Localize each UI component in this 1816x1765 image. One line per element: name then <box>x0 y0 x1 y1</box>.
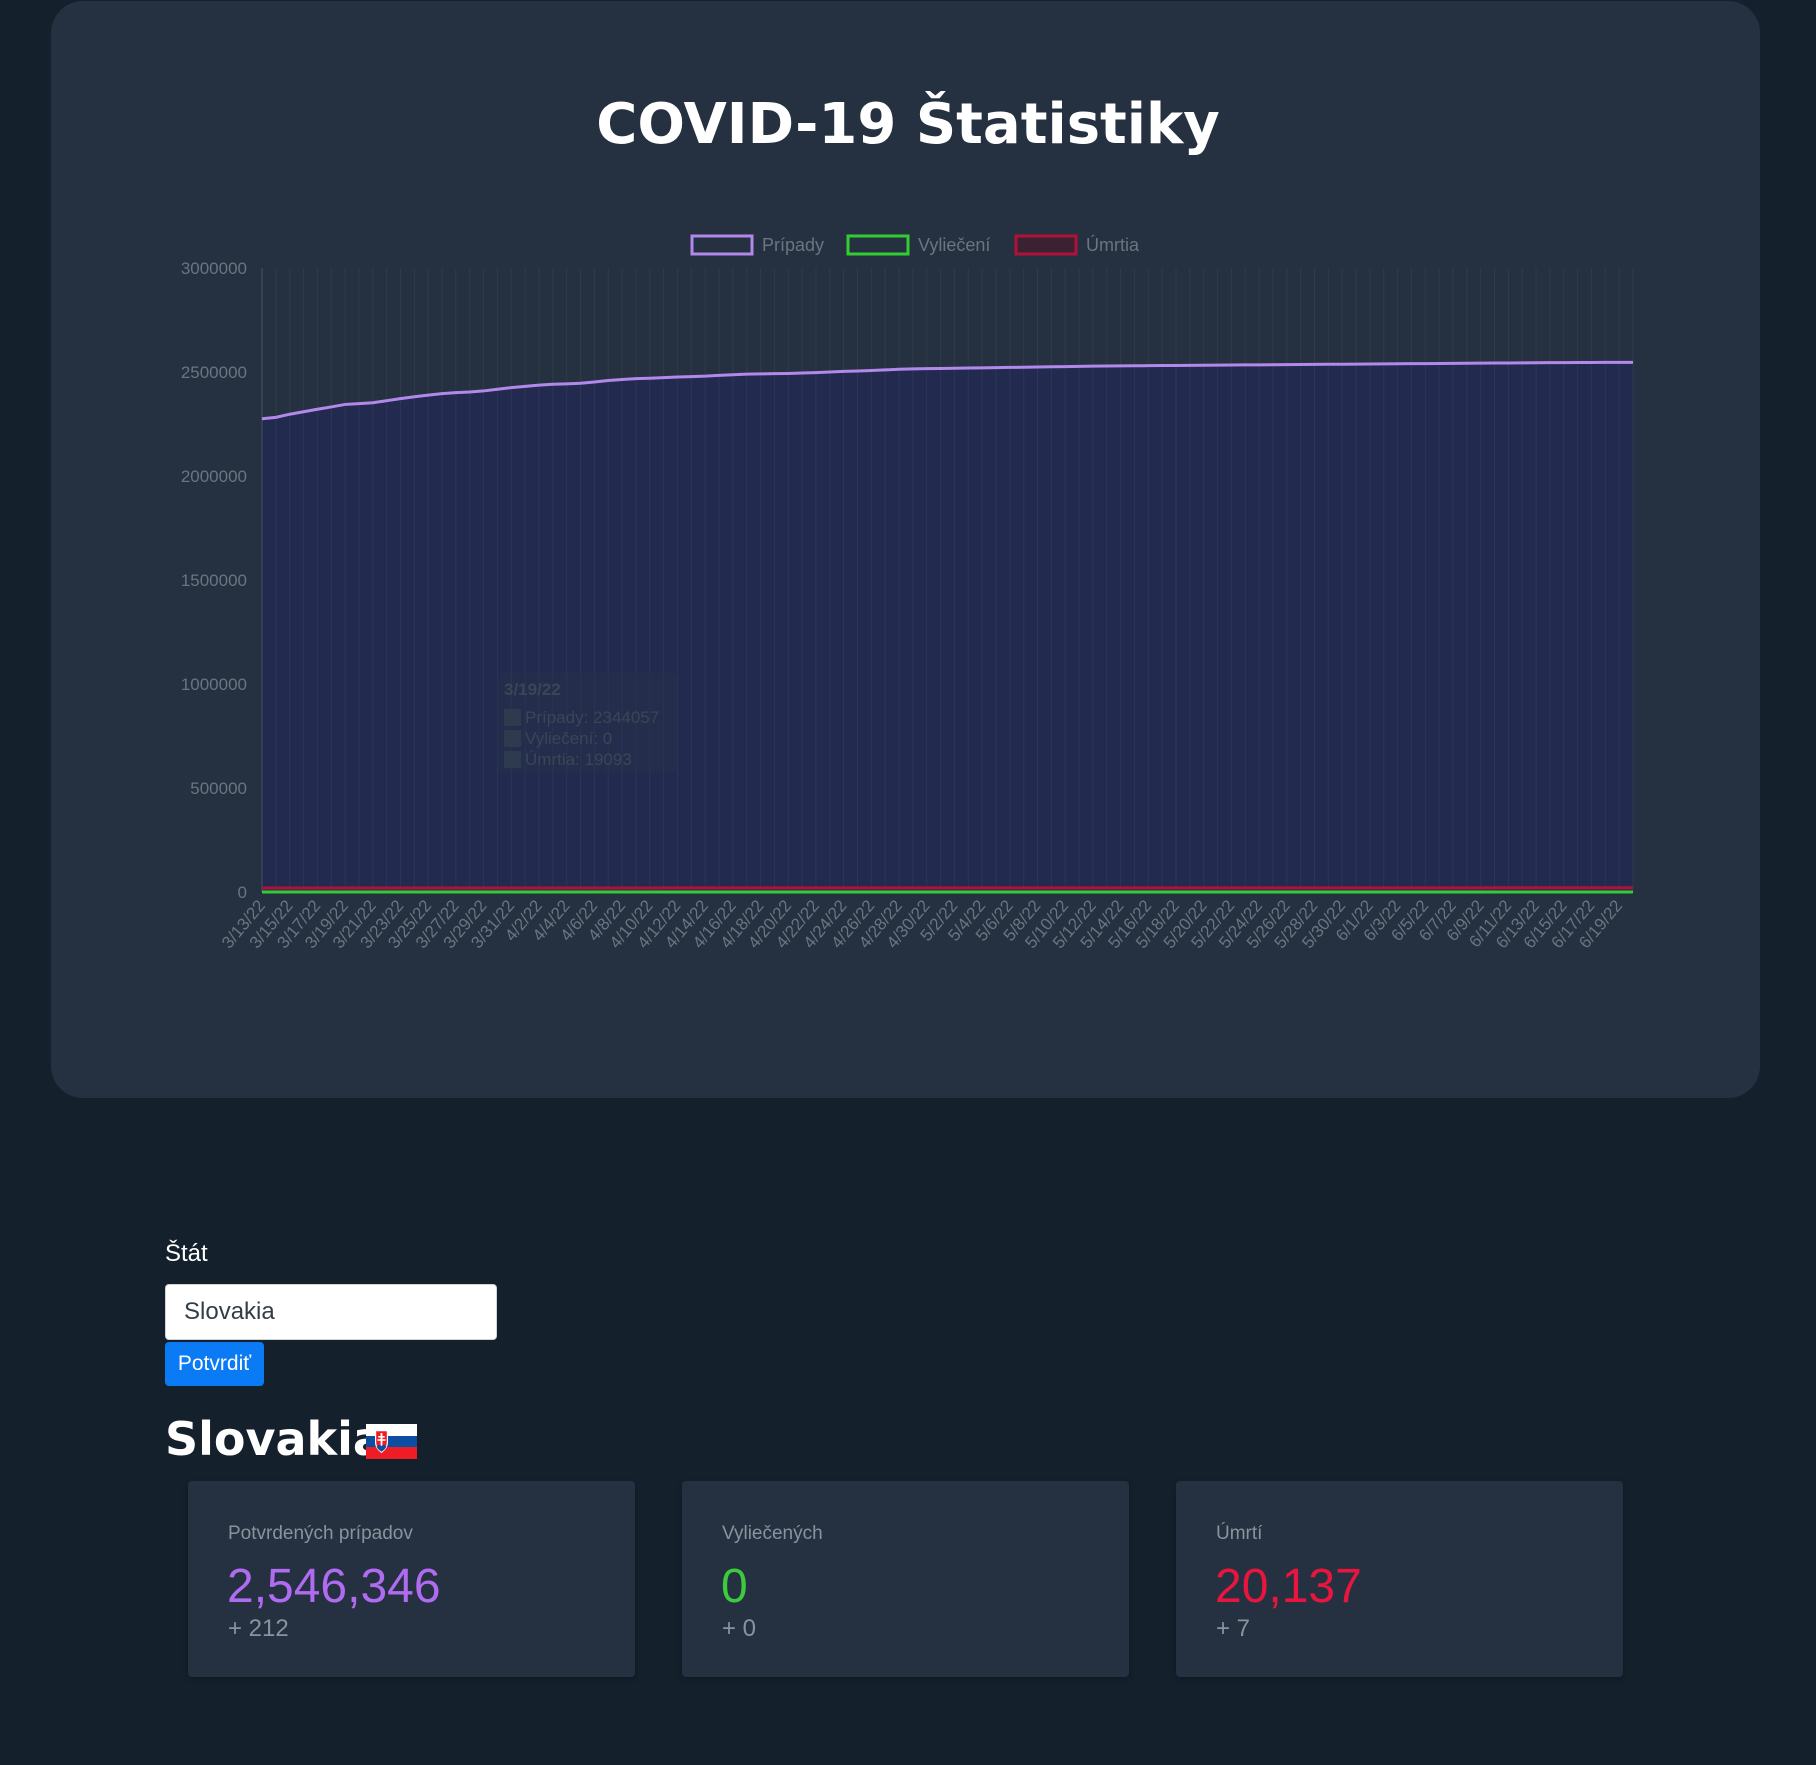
country-heading: Slovakia <box>165 1412 384 1466</box>
stat-label: Vyliečených <box>722 1523 823 1544</box>
stat-card-recovered: Vyliečených 0 + 0 <box>682 1481 1129 1677</box>
tooltip-line: Úmrtia: 19093 <box>525 750 632 769</box>
y-tick-label: 2500000 <box>181 363 247 382</box>
y-tick-label: 3000000 <box>181 259 247 278</box>
stat-value-recovered: 0 <box>721 1560 748 1613</box>
y-tick-label: 1500000 <box>181 571 247 590</box>
legend-label[interactable]: Vyliečení <box>918 235 990 255</box>
legend-swatch[interactable] <box>1014 234 1078 256</box>
legend-swatch[interactable] <box>690 234 754 256</box>
stat-value-confirmed: 2,546,346 <box>227 1560 441 1613</box>
y-tick-label: 500000 <box>190 779 247 798</box>
y-tick-label: 1000000 <box>181 675 247 694</box>
y-tick-label: 0 <box>238 883 247 902</box>
country-field-label: Štát <box>165 1240 208 1267</box>
legend-swatch[interactable] <box>846 234 910 256</box>
stat-card-deaths: Úmrtí 20,137 + 7 <box>1176 1481 1623 1677</box>
country-input[interactable] <box>165 1284 497 1340</box>
series-area-0 <box>262 362 1633 892</box>
stat-card-confirmed: Potvrdených prípadov 2,546,346 + 212 <box>188 1481 635 1677</box>
legend-label[interactable]: Prípady <box>762 235 824 255</box>
y-tick-label: 2000000 <box>181 467 247 486</box>
flag-slovakia-icon <box>366 1424 417 1459</box>
tooltip-title: 3/19/22 <box>504 680 561 699</box>
stat-delta: + 0 <box>722 1615 757 1642</box>
submit-button[interactable]: Potvrdiť <box>165 1342 264 1386</box>
tooltip-swatch <box>504 730 521 747</box>
stat-value-deaths: 20,137 <box>1215 1560 1362 1613</box>
tooltip-line: Vyliečení: 0 <box>525 729 612 748</box>
stat-delta: + 212 <box>228 1615 289 1642</box>
stat-delta: + 7 <box>1216 1615 1251 1642</box>
tooltip-swatch <box>504 751 521 768</box>
stat-label: Potvrdených prípadov <box>228 1523 413 1544</box>
legend-label[interactable]: Úmrtia <box>1086 234 1140 255</box>
covid-chart[interactable]: 0 500000 1000000 1500000 2000000 2500000 30000… <box>0 0 1816 1100</box>
stat-label: Úmrtí <box>1216 1523 1263 1544</box>
tooltip-swatch <box>504 709 521 726</box>
tooltip-line: Prípady: 2344057 <box>525 708 659 727</box>
